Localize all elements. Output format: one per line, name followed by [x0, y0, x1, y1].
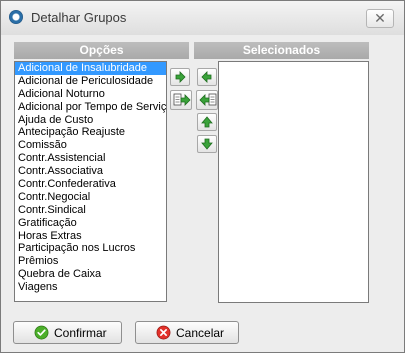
remove-all-button[interactable] — [196, 90, 218, 110]
dialog-window: Detalhar Grupos ✕ Opções Adicional de In… — [0, 0, 405, 353]
title-bar[interactable]: Detalhar Grupos ✕ — [1, 1, 404, 35]
arrow-left-icon — [201, 71, 212, 83]
list-item[interactable]: Quebra de Caixa — [15, 268, 166, 281]
list-item[interactable]: Horas Extras — [15, 230, 166, 243]
add-all-button[interactable] — [170, 90, 192, 110]
options-list[interactable]: Adicional de Insalubridade Adicional de P… — [14, 61, 167, 302]
confirm-button[interactable]: Confirmar — [13, 321, 122, 344]
selected-list[interactable] — [218, 61, 369, 303]
list-item[interactable]: Contr.Assistencial — [15, 152, 166, 165]
list-item[interactable]: Antecipação Reajuste — [15, 126, 166, 139]
arrow-right-icon — [175, 71, 186, 83]
list-item[interactable]: Prêmios — [15, 255, 166, 268]
list-item[interactable]: Contr.Confederativa — [15, 178, 166, 191]
arrow-down-icon — [201, 138, 213, 150]
app-icon — [9, 10, 23, 24]
move-up-button[interactable] — [197, 113, 217, 131]
list-item[interactable]: Adicional de Insalubridade — [15, 62, 166, 75]
move-all-right-icon — [173, 93, 191, 106]
confirm-label: Confirmar — [54, 326, 107, 340]
selected-header: Selecionados — [194, 42, 369, 59]
list-item[interactable]: Contr.Associativa — [15, 165, 166, 178]
close-button[interactable]: ✕ — [366, 9, 394, 28]
add-selected-button[interactable] — [170, 68, 190, 86]
cancel-icon — [156, 325, 171, 340]
cancel-label: Cancelar — [176, 326, 225, 340]
options-header: Opções — [14, 42, 189, 59]
move-down-button[interactable] — [197, 135, 217, 153]
remove-selected-button[interactable] — [197, 68, 217, 86]
arrow-up-icon — [201, 116, 213, 128]
list-item[interactable]: Gratificação — [15, 217, 166, 230]
window-title: Detalhar Grupos — [31, 10, 127, 25]
cancel-button[interactable]: Cancelar — [135, 321, 239, 344]
move-all-left-icon — [199, 93, 217, 106]
check-icon — [34, 325, 49, 340]
list-item[interactable]: Participação nos Lucros — [15, 242, 166, 255]
list-item[interactable]: Ajuda de Custo — [15, 114, 166, 127]
list-item[interactable]: Viagens — [15, 281, 166, 294]
list-item[interactable]: Comissão — [15, 139, 166, 152]
list-item[interactable]: Adicional Noturno — [15, 88, 166, 101]
list-item[interactable]: Adicional de Periculosidade — [15, 75, 166, 88]
list-item[interactable]: Contr.Negocial — [15, 191, 166, 204]
list-item[interactable]: Adicional por Tempo de Serviço — [15, 101, 166, 114]
list-item[interactable]: Contr.Sindical — [15, 204, 166, 217]
